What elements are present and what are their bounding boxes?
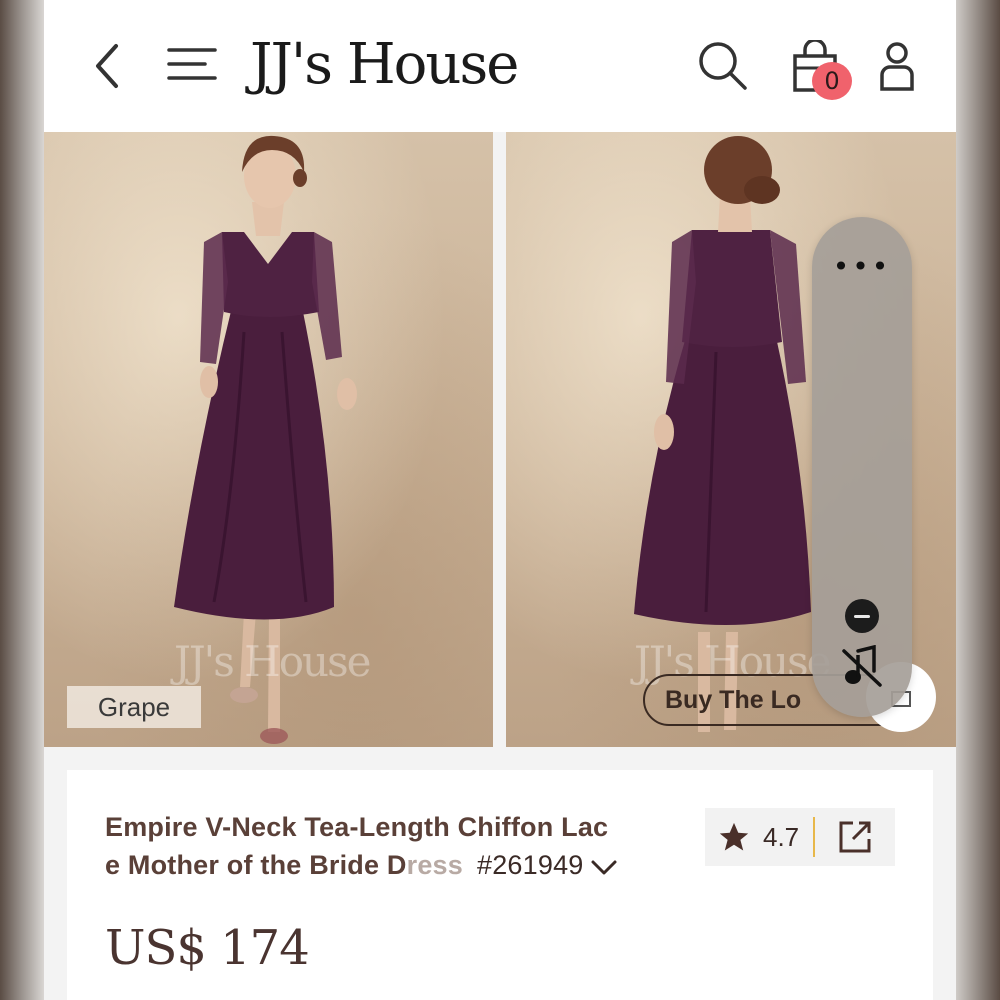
user-icon xyxy=(880,42,914,91)
product-sku: #261949 xyxy=(476,850,584,880)
brand-logo[interactable]: JJ's House xyxy=(250,30,519,100)
product-photo-front[interactable]: JJ's House Grape xyxy=(44,132,493,747)
rating-value: 4.7 xyxy=(763,821,800,852)
product-price: US$ 174 xyxy=(105,920,310,976)
product-title-line2: e Mother of the Bride Dress xyxy=(105,850,463,880)
more-icon[interactable]: ••• xyxy=(833,250,889,283)
mute-icon[interactable] xyxy=(840,645,884,689)
back-chevron-icon xyxy=(96,44,118,88)
back-button[interactable] xyxy=(82,36,132,96)
search-icon xyxy=(699,42,747,90)
product-title: Empire V-Neck Tea-Length Chiffon Lac e M… xyxy=(105,808,665,884)
product-info-card: Empire V-Neck Tea-Length Chiffon Lac e M… xyxy=(67,770,933,1000)
top-header: JJ's House 0 xyxy=(44,0,956,132)
photo-watermark: JJ's House xyxy=(174,637,371,686)
chevron-down-icon[interactable] xyxy=(590,857,618,877)
app-screen: JJ's House 0 JJ's House Grape JJ's House… xyxy=(44,0,956,1000)
share-external-icon xyxy=(839,821,871,853)
menu-icon xyxy=(167,48,217,80)
color-tag: Grape xyxy=(67,686,201,728)
cart-count-badge: 0 xyxy=(812,62,852,100)
product-title-line1: Empire V-Neck Tea-Length Chiffon Lac xyxy=(105,812,609,842)
rating-box: 4.7 xyxy=(705,808,895,866)
floating-side-panel[interactable]: ••• xyxy=(812,217,912,717)
share-button[interactable] xyxy=(835,817,875,857)
minus-icon[interactable] xyxy=(845,599,879,633)
rating-divider xyxy=(813,817,816,857)
star-icon xyxy=(719,822,749,851)
menu-button[interactable] xyxy=(162,36,222,92)
search-button[interactable] xyxy=(692,36,754,96)
account-button[interactable] xyxy=(870,36,924,96)
